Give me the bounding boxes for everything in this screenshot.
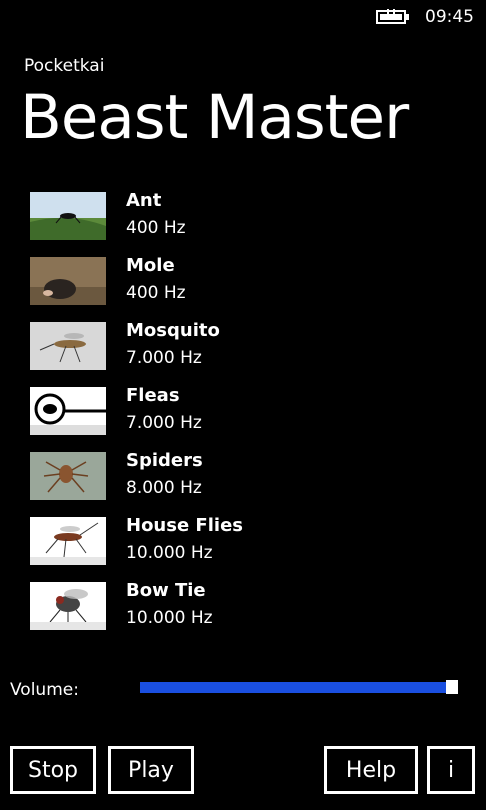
stop-button[interactable]: Stop: [10, 746, 96, 794]
list-item-mosquito[interactable]: Mosquito 7.000 Hz: [28, 318, 468, 383]
animal-name: Mosquito: [126, 320, 220, 341]
animal-name: Bow Tie: [126, 580, 206, 601]
spiders-thumbnail: [30, 452, 106, 500]
volume-slider-thumb[interactable]: [446, 680, 458, 694]
animal-name: Ant: [126, 190, 162, 211]
animal-frequency: 7.000 Hz: [126, 413, 202, 433]
list-item-bow-tie[interactable]: Bow Tie 10.000 Hz: [28, 578, 468, 643]
ant-thumbnail: [30, 192, 106, 240]
animal-name: Spiders: [126, 450, 203, 471]
list-item-mole[interactable]: Mole 400 Hz: [28, 253, 468, 318]
volume-label: Volume:: [10, 680, 79, 700]
list-item-spiders[interactable]: Spiders 8.000 Hz: [28, 448, 468, 513]
animal-name: Fleas: [126, 385, 180, 406]
list-item-ant[interactable]: Ant 400 Hz: [28, 188, 468, 253]
app-name: Pocketkai: [24, 56, 105, 76]
mole-thumbnail: [30, 257, 106, 305]
animal-list: Ant 400 Hz Mole 400 Hz Mosquito 7.000 Hz…: [28, 188, 468, 643]
animal-frequency: 10.000 Hz: [126, 543, 213, 563]
volume-slider-fill: [140, 682, 446, 693]
list-item-house-flies[interactable]: House Flies 10.000 Hz: [28, 513, 468, 578]
bow-tie-thumbnail: [30, 582, 106, 630]
mosquito-thumbnail: [30, 322, 106, 370]
list-item-fleas[interactable]: Fleas 7.000 Hz: [28, 383, 468, 448]
animal-frequency: 400 Hz: [126, 283, 186, 303]
fleas-thumbnail: [30, 387, 106, 435]
page-title: Beast Master: [20, 82, 409, 153]
animal-name: House Flies: [126, 515, 243, 536]
house-flies-thumbnail: [30, 517, 106, 565]
info-button[interactable]: i: [427, 746, 475, 794]
animal-name: Mole: [126, 255, 175, 276]
volume-slider[interactable]: [140, 680, 464, 694]
play-button[interactable]: Play: [108, 746, 194, 794]
animal-frequency: 10.000 Hz: [126, 608, 213, 628]
animal-frequency: 7.000 Hz: [126, 348, 202, 368]
status-bar: 09:45: [0, 0, 486, 32]
animal-frequency: 8.000 Hz: [126, 478, 202, 498]
animal-frequency: 400 Hz: [126, 218, 186, 238]
help-button[interactable]: Help: [324, 746, 418, 794]
battery-charging-icon: [376, 9, 409, 24]
clock: 09:45: [425, 7, 474, 27]
